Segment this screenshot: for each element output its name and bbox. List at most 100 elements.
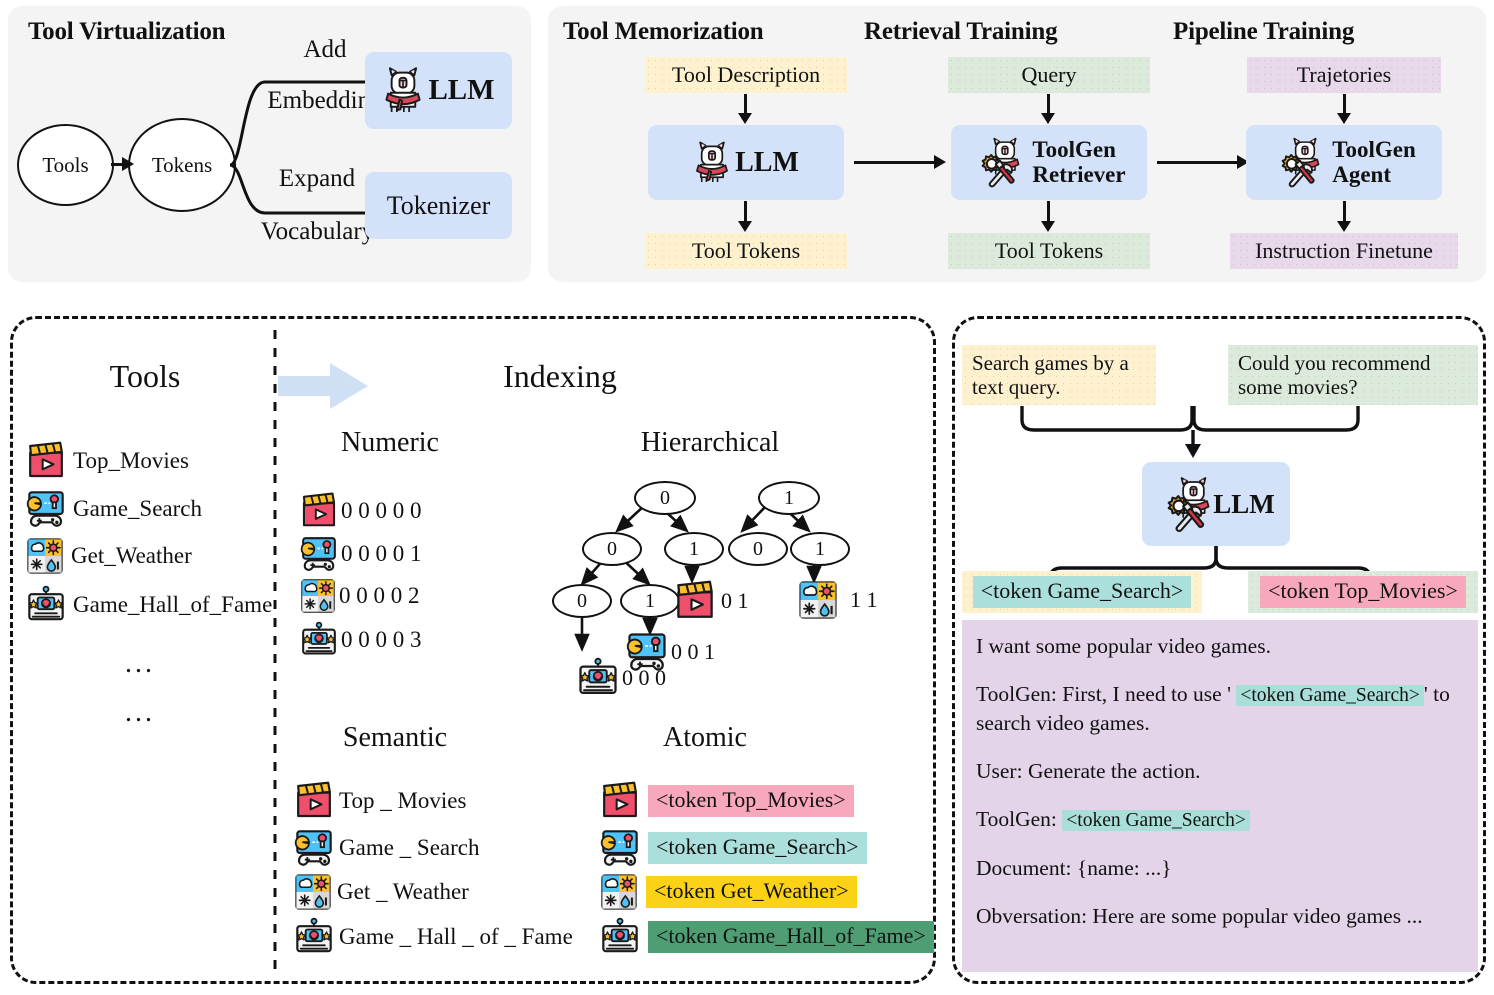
numeric-row: 0 0 0 0 3 — [300, 621, 422, 659]
toolgen-retriever-box: ToolGen Retriever — [951, 125, 1147, 200]
trajectories-label: Trajetories — [1296, 62, 1392, 88]
toolgen-icon — [1157, 476, 1219, 533]
arrow-tools-tokens-head — [122, 157, 134, 171]
tool-description-box: Tool Description — [645, 57, 847, 93]
tree-leaf: 1 1 — [798, 580, 878, 620]
semantic-label: Game _ Search — [339, 835, 480, 860]
atomic-row: <token Game_Search> — [600, 828, 867, 868]
game-hall-icon — [602, 917, 638, 953]
tree-node-label: 1 — [689, 537, 699, 560]
tools-column-header: Tools — [109, 358, 181, 394]
toolgen-icon — [1272, 137, 1328, 188]
panel-divider — [273, 330, 277, 972]
conv-line-6: Obversation: Here are some popular video… — [976, 903, 1423, 928]
numeric-code: 0 0 0 0 3 — [341, 627, 422, 652]
tree-leaf: 0 0 0 — [577, 657, 666, 699]
tree-node-l2-b: 1 — [664, 532, 724, 566]
weather-grid-icon — [301, 579, 335, 613]
tools-ellipsis-2: ... — [125, 697, 155, 728]
tree-node-label: 0 — [753, 537, 763, 560]
tree-node-label: 0 — [660, 486, 670, 509]
numeric-code: 0 0 0 0 0 — [341, 498, 422, 523]
arrow-stage1-stage2-head — [934, 155, 946, 169]
conv-line-4: ToolGen: <token Game_Search> — [976, 805, 1464, 834]
weather-grid-icon — [27, 538, 63, 574]
tool-virtualization-title: Tool Virtualization — [28, 18, 226, 45]
toolgen-line-1: ToolGen — [1032, 137, 1116, 163]
tool-tokens-label: Tool Tokens — [994, 238, 1104, 264]
edge-add-label: Add — [303, 36, 347, 63]
atomic-row: <token Game_Hall_of_Fame> — [600, 917, 934, 957]
token-badge: <token Game_Search> — [1062, 810, 1250, 832]
tool-tokens-box-retrieval: Tool Tokens — [948, 233, 1150, 269]
arrow-agent-to-finetune-head — [1337, 221, 1351, 232]
tools-to-indexing-arrow — [278, 363, 368, 409]
tree-node-label: 0 — [607, 537, 617, 560]
weather-grid-icon — [799, 581, 837, 619]
semantic-label: Top _ Movies — [339, 788, 467, 813]
atomic-header: Atomic — [663, 722, 747, 753]
toolgen-icon — [972, 137, 1028, 188]
token-badge: <token Game_Search> — [972, 576, 1192, 608]
query-right-label: Could you recommend some movies? — [1238, 350, 1431, 399]
conv-line-2: ToolGen: First, I need to use ' <token G… — [976, 680, 1464, 738]
node-tokens: Tokens — [128, 118, 236, 212]
semantic-row: Game _ Search — [294, 828, 480, 868]
tree-leaf: 0 1 — [674, 580, 749, 622]
tool-label: Game_Hall_of_Fame — [73, 592, 273, 617]
queries-to-llm-arrow — [1020, 406, 1360, 458]
weather-grid-icon — [601, 874, 637, 910]
conv-line-2c: ' — [1423, 682, 1428, 707]
query-box: Query — [948, 57, 1150, 93]
game-controller-icon — [294, 830, 332, 866]
leaf-code: 1 1 — [850, 587, 878, 612]
hierarchical-header: Hierarchical — [640, 427, 780, 458]
toolgen-line-2: Agent — [1332, 161, 1392, 187]
semantic-label: Get _ Weather — [337, 879, 469, 904]
conv-line-1: I want some popular video games. — [976, 634, 1271, 658]
instruction-finetune-label: Instruction Finetune — [1255, 238, 1433, 264]
llama-icon — [385, 66, 422, 113]
conversation-box: I want some popular video games. ToolGen… — [962, 620, 1478, 972]
tree-node-l3-a: 0 — [552, 584, 612, 618]
movie-clapper-icon — [603, 781, 637, 818]
token-badge: <token Game_Search> — [1236, 685, 1424, 707]
numeric-code: 0 0 0 0 2 — [339, 583, 420, 608]
tree-node-l2-c: 0 — [728, 532, 788, 566]
indexing-column-header: Indexing — [503, 358, 617, 394]
game-hall-icon — [302, 621, 336, 655]
numeric-code: 0 0 0 0 1 — [341, 541, 422, 566]
tool-tokens-box-memorization: Tool Tokens — [645, 233, 847, 269]
llama-icon — [696, 141, 729, 183]
llm-box-example: LLM — [1142, 462, 1290, 546]
token-badge: <token Top_Movies> — [648, 785, 854, 817]
arrow-stage2-stage3 — [1157, 161, 1242, 164]
conv-line-5: Document: {name: ...} — [976, 855, 1172, 880]
leaf-code: 0 1 — [721, 588, 749, 613]
toolgen-line-2: Retriever — [1032, 161, 1126, 187]
tool-label: Get_Weather — [71, 543, 192, 568]
tree-node-l2-d: 1 — [790, 532, 850, 566]
game-hall-icon — [28, 585, 64, 621]
tree-node-label: 1 — [645, 589, 655, 612]
game-controller-icon — [26, 491, 64, 527]
conv-line-3: User: Generate the action. — [976, 759, 1201, 784]
llm-box-virtualization: LLM — [365, 52, 512, 129]
tree-node-l2-a: 0 — [582, 532, 642, 566]
movie-clapper-icon — [302, 492, 336, 527]
numeric-row: 0 0 0 0 2 — [300, 578, 420, 614]
edge-expand-label: Expand — [278, 165, 356, 192]
token-badge: <token Get_Weather> — [646, 876, 857, 908]
out-right-wrapper: <token Top_Movies> — [1248, 571, 1478, 613]
tree-node-root-left: 0 — [634, 481, 696, 515]
toolgen-agent-box: ToolGen Agent — [1246, 125, 1442, 200]
tree-node-label: 1 — [815, 537, 825, 560]
list-item: Get_Weather — [26, 537, 192, 575]
toolgen-line-1: ToolGen — [1332, 137, 1416, 163]
leaf-code: 0 0 0 — [622, 665, 666, 690]
stage-title-memorization: Tool Memorization — [563, 18, 764, 45]
tool-label: Top_Movies — [73, 448, 189, 473]
token-badge: <token Top_Movies> — [1260, 576, 1466, 608]
numeric-header: Numeric — [341, 427, 439, 458]
movie-clapper-icon — [297, 781, 331, 818]
